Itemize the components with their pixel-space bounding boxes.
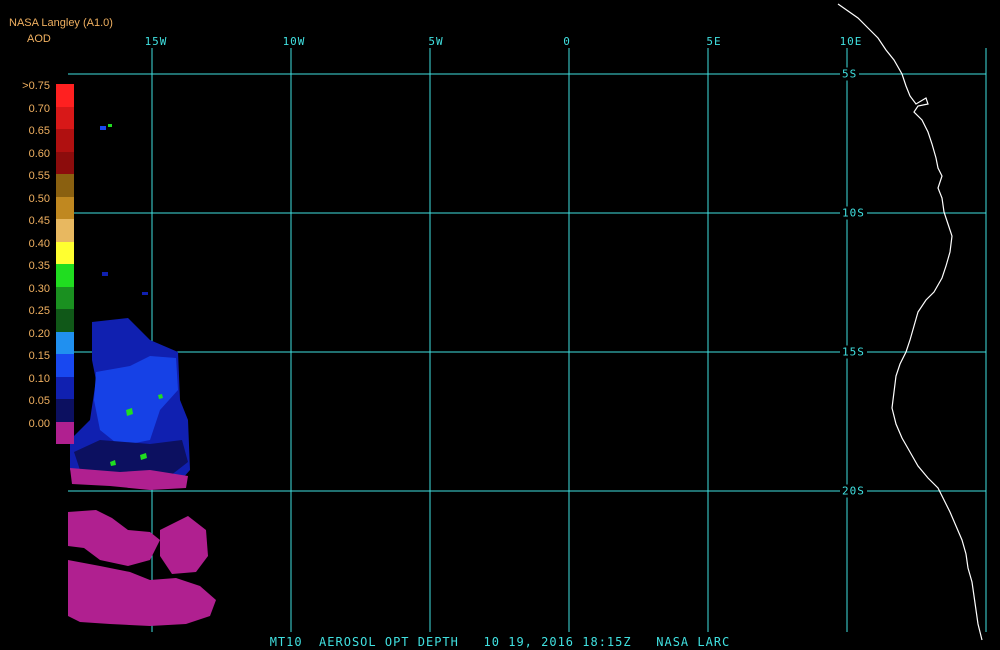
data-source-label: NASA Langley (A1.0) — [9, 17, 113, 29]
legend-swatch — [56, 264, 74, 287]
aod-speck-3 — [102, 272, 108, 276]
aod-patch-magenta-3 — [160, 516, 208, 574]
legend-value-label: 0.60 — [28, 147, 50, 160]
lon-label-15w: 15W — [144, 35, 168, 48]
aod-retrieval-field — [68, 124, 216, 626]
legend-value-label: 0.50 — [28, 192, 50, 205]
legend-value-label: 0.70 — [28, 102, 50, 115]
legend-value-label: 0.00 — [28, 417, 50, 430]
legend-swatch — [56, 286, 74, 309]
legend-swatch — [56, 219, 74, 242]
legend-value-label: 0.45 — [28, 215, 50, 227]
legend-swatch — [56, 399, 74, 422]
lat-label-15s: 15S — [840, 345, 867, 359]
legend-value-label: 0.25 — [28, 305, 50, 317]
lat-label-20s: 20S — [840, 484, 867, 498]
legend-swatch — [56, 129, 74, 152]
legend-swatch — [56, 331, 74, 354]
coastline — [837, 3, 983, 641]
aod-map — [68, 3, 987, 641]
legend-value-label: 0.10 — [28, 372, 50, 385]
legend-swatch — [56, 354, 74, 377]
legend-value-label: 0.05 — [28, 395, 50, 407]
legend-value-label: 0.55 — [28, 170, 50, 182]
legend-swatch — [56, 106, 74, 129]
lon-label-0: 0 — [563, 35, 571, 48]
aod-speck-2 — [108, 124, 112, 127]
lon-label-5e: 5E — [706, 35, 722, 48]
product-label: AOD — [27, 33, 51, 45]
legend-swatch — [56, 421, 74, 444]
lon-label-10w: 10W — [282, 35, 306, 48]
aod-speck-1 — [100, 126, 106, 130]
legend-swatch — [56, 196, 74, 219]
legend-value-label: 0.65 — [28, 125, 50, 137]
legend-swatch — [56, 241, 74, 264]
lon-label-10e: 10E — [839, 35, 863, 48]
legend-swatch — [56, 84, 74, 107]
map-footer-caption: MT10 AEROSOL OPT DEPTH 10 19, 2016 18:15… — [269, 635, 731, 649]
legend-value-label: 0.30 — [28, 282, 50, 295]
lat-label-10s: 10S — [840, 206, 867, 220]
legend-swatch — [56, 151, 74, 174]
legend-swatch — [56, 309, 74, 332]
legend-value-label: >0.75 — [22, 80, 50, 92]
legend-swatch — [56, 174, 74, 197]
legend-value-label: 0.15 — [28, 350, 50, 362]
aod-color-legend — [56, 84, 74, 444]
aod-patch-magenta-1 — [68, 510, 160, 566]
legend-swatch — [56, 376, 74, 399]
legend-value-label: 0.35 — [28, 260, 50, 272]
lon-label-5w: 5W — [428, 35, 444, 48]
lat-label-5s: 5S — [840, 67, 860, 81]
aod-speck-4 — [142, 292, 148, 295]
legend-value-label: 0.40 — [28, 237, 50, 250]
legend-value-label: 0.20 — [28, 327, 50, 340]
